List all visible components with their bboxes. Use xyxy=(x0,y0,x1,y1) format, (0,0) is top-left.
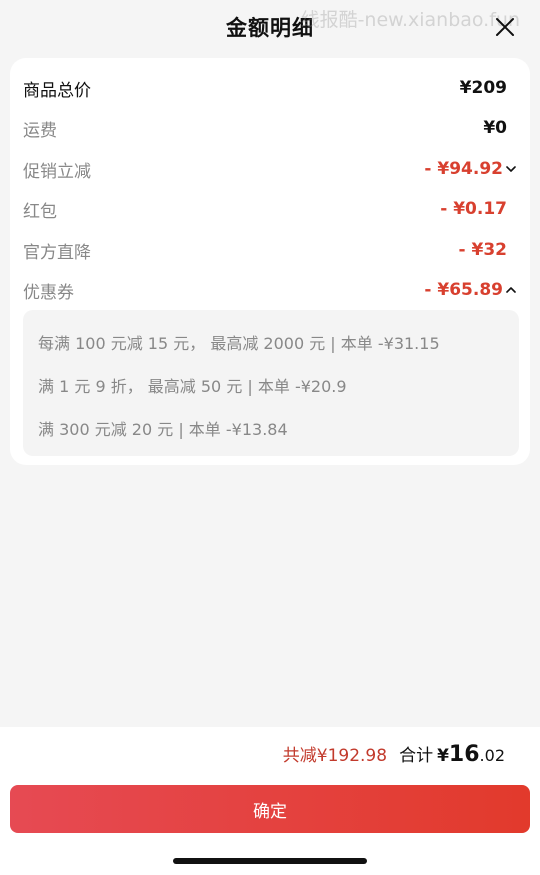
chevron-down-icon[interactable] xyxy=(505,163,517,175)
row-label: 商品总价 xyxy=(23,80,91,101)
footer-bar: 共减 ¥192.98 合计 ¥ 16 .02 确定 xyxy=(0,727,540,875)
row-official-price-drop: 官方直降 - ¥32 xyxy=(23,235,507,265)
row-value: - ¥94.92 xyxy=(424,159,503,179)
price-summary: 共减 ¥192.98 合计 ¥ 16 .02 xyxy=(283,741,505,767)
amount-breakdown-card: 商品总价 ¥209 运费 ¥0 促销立减 - ¥94.92 红包 - ¥0.17… xyxy=(10,58,530,465)
row-item-total: 商品总价 ¥209 xyxy=(23,73,507,103)
coupon-details: 每满 100 元减 15 元， 最高减 2000 元 | 本单 -¥31.15 … xyxy=(23,310,519,456)
row-value: - ¥0.17 xyxy=(440,199,507,219)
row-value: - ¥32 xyxy=(458,240,507,260)
row-value: ¥0 xyxy=(483,118,507,138)
total-label: 合计 xyxy=(399,746,434,766)
row-value: - ¥65.89 xyxy=(424,280,503,300)
row-label: 红包 xyxy=(23,201,57,222)
row-value: ¥209 xyxy=(459,78,507,98)
header: 金额明细 线报酷-new.xianbao.fun xyxy=(0,0,540,56)
saved-value: ¥192.98 xyxy=(316,746,388,766)
coupon-detail-line: 每满 100 元减 15 元， 最高减 2000 元 | 本单 -¥31.15 xyxy=(38,334,440,353)
coupon-detail-line: 满 1 元 9 折， 最高减 50 元 | 本单 -¥20.9 xyxy=(38,377,347,396)
total-decimal: .02 xyxy=(479,746,505,765)
row-shipping: 运费 ¥0 xyxy=(23,113,507,143)
row-red-packet: 红包 - ¥0.17 xyxy=(23,194,507,224)
watermark: 线报酷-new.xianbao.fun xyxy=(300,9,520,31)
total-integer: 16 xyxy=(448,742,480,767)
saved-label: 共减 xyxy=(282,746,317,766)
coupon-detail-line: 满 300 元减 20 元 | 本单 -¥13.84 xyxy=(38,420,288,439)
row-label: 促销立减 xyxy=(23,161,91,182)
row-label: 运费 xyxy=(23,120,57,141)
row-coupon[interactable]: 优惠券 - ¥65.89 xyxy=(23,275,516,305)
row-value-wrap: - ¥65.89 xyxy=(424,280,516,300)
confirm-button[interactable]: 确定 xyxy=(10,785,530,833)
row-value-wrap: - ¥94.92 xyxy=(424,159,516,179)
chevron-up-icon[interactable] xyxy=(505,284,517,296)
home-indicator xyxy=(173,858,367,864)
row-label: 优惠券 xyxy=(23,282,74,303)
row-promotion-discount[interactable]: 促销立减 - ¥94.92 xyxy=(23,154,516,184)
row-label: 官方直降 xyxy=(23,242,91,263)
total-currency: ¥ xyxy=(437,746,449,766)
close-icon[interactable] xyxy=(494,16,516,38)
